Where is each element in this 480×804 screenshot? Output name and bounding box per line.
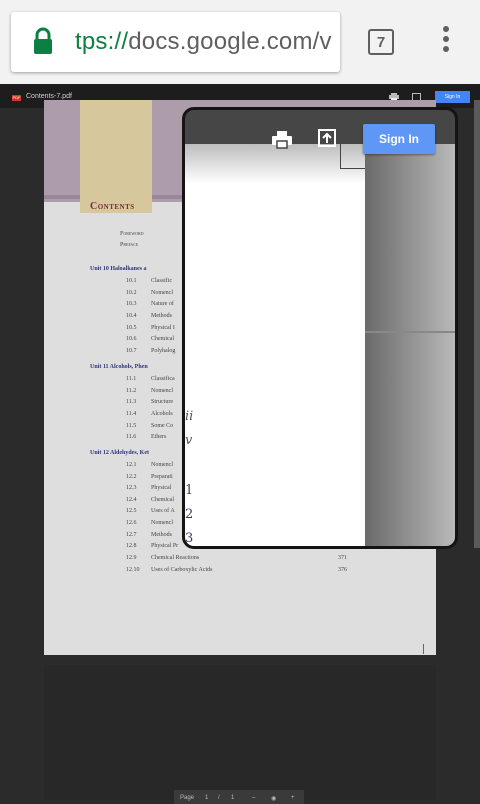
toc-item-text: Uses of Carboxylic Acids — [151, 567, 213, 573]
toc-item-num: 10.3 — [126, 301, 137, 307]
toc-item-num: 10.7 — [126, 348, 137, 354]
popup-page-number: 1 — [185, 483, 194, 498]
toc-item-num: 12.10 — [126, 567, 140, 573]
toc-item-num: 10.6 — [126, 336, 137, 342]
toc-item-text: Chemical Reactions — [151, 555, 200, 561]
toc-item-num: 11.5 — [126, 423, 137, 429]
toc-item-num: 12.5 — [126, 508, 137, 514]
pdf-file-icon: PDF — [12, 95, 21, 101]
next-page-area — [44, 665, 436, 800]
toc-item-num: 11.1 — [126, 376, 137, 382]
toc-item-num: 12.8 — [126, 543, 137, 549]
file-name: Contents-7.pdf — [26, 93, 72, 100]
page-corner-mark — [423, 644, 424, 654]
zoom-fit-icon[interactable]: ◉ — [271, 795, 276, 802]
toc-item-text: Preparati — [151, 474, 173, 480]
open-in-new-icon[interactable] — [318, 129, 336, 147]
page-header-accent — [80, 100, 152, 213]
toc-item-text: Alcohols — [151, 411, 173, 417]
popup-roman-numeral: ii — [185, 409, 194, 424]
toc-item-num: 12.7 — [126, 532, 137, 538]
popup-page-preview: ii v 1 2 3 — [185, 144, 365, 546]
sign-in-button-small[interactable]: Sign In — [435, 91, 470, 103]
toc-unit-title: Unit 12 Aldehydes, Ket — [90, 450, 150, 456]
page-nav-separator: / — [218, 795, 220, 801]
toc-item-page: 376 — [338, 567, 347, 573]
zoom-out-icon[interactable]: – — [252, 795, 255, 801]
toc-item-text: Ethers — [151, 434, 167, 440]
toc-item-num: 12.6 — [126, 520, 137, 526]
toc-item-num: 10.5 — [126, 325, 137, 331]
url-text: tps://docs.google.com/v — [75, 28, 332, 56]
toc-item-num: 12.9 — [126, 555, 137, 561]
toc-item-text: Nomencl — [151, 290, 173, 296]
toc-item-num: 10.2 — [126, 290, 137, 296]
toc-item-num: 11.3 — [126, 399, 137, 405]
toc-item-text: Nomencl — [151, 462, 173, 468]
toc-item-text: Nomencl — [151, 388, 173, 394]
url-scheme: tps:// — [75, 28, 129, 55]
toc-item-num: 12.2 — [126, 474, 137, 480]
popup-roman-numeral: v — [185, 433, 193, 448]
toc-item-text: Structure — [151, 399, 173, 405]
page-nav-total: 1 — [231, 795, 235, 801]
lock-icon — [34, 27, 52, 54]
toc-item-text: Methods — [151, 532, 172, 538]
popup-side-panel — [365, 144, 455, 546]
toc-item-text: Some Co — [151, 423, 174, 429]
browser-toolbar: tps://docs.google.com/v 7 — [0, 0, 480, 84]
popup-shadow — [185, 144, 365, 184]
address-bar[interactable]: tps://docs.google.com/v — [11, 12, 340, 72]
url-host: docs.google.com/v — [128, 28, 332, 55]
toc-item-text: Physical Pr — [151, 543, 179, 549]
scrollbar[interactable] — [474, 100, 480, 548]
toc-item-text: Nomencl — [151, 520, 173, 526]
toc-item-text: Chemical — [151, 336, 174, 342]
toc-unit-title: Unit 10 Haloalkanes a — [90, 266, 147, 272]
toc-unit-title: Unit 11 Alcohols, Phen — [90, 364, 148, 370]
toc-foreword: Foreword — [120, 231, 144, 237]
overflow-menu-icon[interactable] — [436, 26, 456, 58]
zoom-in-icon[interactable]: + — [291, 795, 295, 801]
popup-page-number: 2 — [185, 507, 194, 522]
popup-divider — [365, 331, 455, 333]
popup-frame-corner — [340, 144, 365, 169]
preview-popup[interactable]: ii v 1 2 3 Sign In — [182, 107, 458, 549]
toc-item-num: 11.6 — [126, 434, 137, 440]
tab-count: 7 — [376, 33, 386, 51]
toc-item-num: 11.2 — [126, 388, 137, 394]
sign-in-button[interactable]: Sign In — [363, 124, 435, 154]
toc-item-num: 11.4 — [126, 411, 137, 417]
toc-item-num: 10.1 — [126, 278, 137, 284]
page-nav-label: Page — [180, 795, 195, 801]
toc-item-text: Classific — [151, 278, 172, 284]
toc-item-text: Methods — [151, 313, 172, 319]
page-nav-current[interactable]: 1 — [205, 795, 208, 801]
toc-item-text: Classifica — [151, 376, 175, 382]
tab-switcher-button[interactable]: 7 — [368, 29, 394, 55]
toc-item-num: 12.4 — [126, 497, 137, 503]
toc-item-text: Uses of A — [151, 508, 175, 514]
print-icon[interactable] — [272, 131, 292, 149]
popup-page-number: 3 — [185, 531, 194, 546]
toc-preface: Preface — [120, 242, 139, 248]
toc-item-text: Physical — [151, 485, 172, 491]
page-navigation: Page 1 / 1 – ◉ + — [174, 790, 304, 804]
contents-heading: Contents — [90, 201, 135, 212]
toc-item-text: Chemical — [151, 497, 174, 503]
toc-item-num: 12.1 — [126, 462, 137, 468]
toc-item-text: Nature of — [151, 301, 174, 307]
toc-item-num: 12.3 — [126, 485, 137, 491]
toc-item-page: 371 — [338, 555, 347, 561]
toc-item-num: 10.4 — [126, 313, 137, 319]
toc-item-text: Polyhalog — [151, 348, 176, 354]
toc-item-text: Physical I — [151, 325, 175, 331]
